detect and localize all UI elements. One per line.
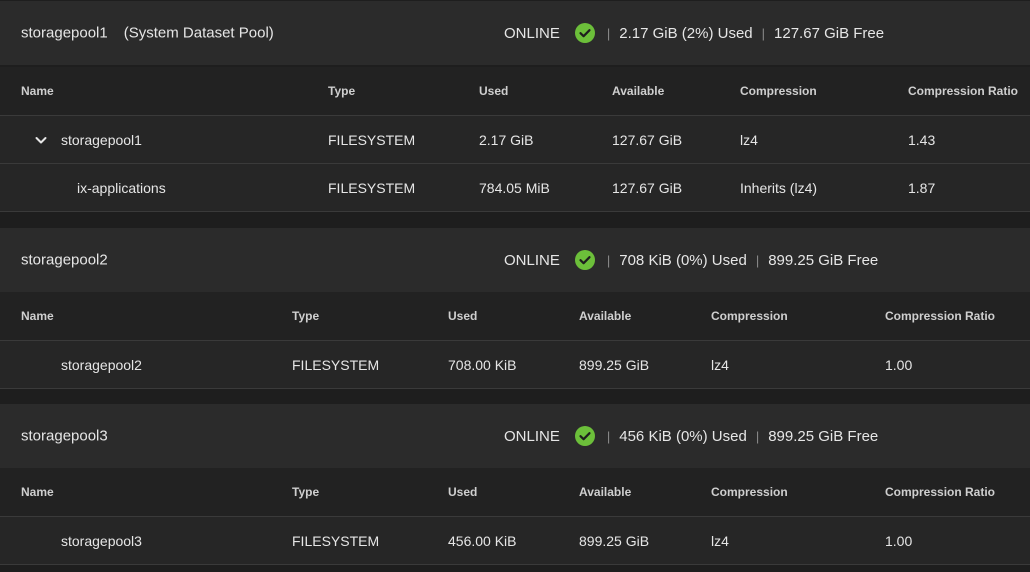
dataset-compression-ratio: 1.00 [885, 532, 913, 549]
dataset-table-storagepool3: Name Type Used Available Compression Com… [0, 468, 1030, 565]
pool-name: storagepool3 [21, 427, 108, 445]
separator: | [755, 252, 760, 268]
separator: | [606, 25, 611, 41]
dataset-used: 708.00 KiB [448, 356, 517, 373]
dataset-available: 127.67 GiB [612, 179, 683, 196]
dataset-available: 899.25 GiB [579, 532, 650, 549]
dataset-type: FILESYSTEM [328, 179, 416, 196]
system-dataset-tag: (System Dataset Pool) [123, 24, 274, 42]
dataset-used: 2.17 GiB [479, 131, 534, 148]
table-header: Name Type Used Available Compression Com… [0, 468, 1030, 517]
pool-status: ONLINE | 2.17 GiB (2%) Used | 127.67 GiB… [504, 23, 884, 43]
column-used[interactable]: Used [448, 485, 477, 499]
pool-title: storagepool3 [21, 428, 108, 445]
dataset-type: FILESYSTEM [292, 356, 380, 373]
pool-header-storagepool3[interactable]: storagepool3 ONLINE | 456 KiB (0%) Used … [0, 404, 1030, 468]
dataset-used: 784.05 MiB [479, 179, 550, 196]
dataset-name: ix-applications [77, 179, 166, 196]
dataset-compression: lz4 [711, 532, 729, 549]
column-compression[interactable]: Compression [740, 84, 817, 98]
pool-title: storagepool2 [21, 252, 108, 269]
storage-pools-view: storagepool1 (System Dataset Pool) ONLINE… [0, 0, 1030, 572]
column-name[interactable]: Name [21, 309, 54, 323]
column-available[interactable]: Available [579, 485, 631, 499]
column-available[interactable]: Available [612, 84, 664, 98]
pool-used: 708 KiB (0%) Used [619, 251, 747, 269]
pool-used: 2.17 GiB (2%) Used [619, 24, 753, 42]
dataset-compression: lz4 [711, 356, 729, 373]
pool-name: storagepool1 [21, 24, 108, 42]
column-compression[interactable]: Compression [711, 485, 788, 499]
pool-header-storagepool1[interactable]: storagepool1 (System Dataset Pool) ONLINE… [0, 1, 1030, 65]
check-circle-icon [574, 250, 595, 270]
table-row[interactable]: storagepool1 FILESYSTEM 2.17 GiB 127.67 … [0, 116, 1030, 164]
dataset-name: storagepool3 [61, 532, 142, 549]
dataset-compression: Inherits (lz4) [740, 179, 818, 196]
dataset-name: storagepool1 [61, 131, 142, 148]
column-used[interactable]: Used [479, 84, 508, 98]
column-compression-ratio[interactable]: Compression Ratio [908, 84, 1018, 98]
dataset-name: storagepool2 [61, 356, 142, 373]
column-name[interactable]: Name [21, 84, 54, 98]
separator: | [761, 25, 766, 41]
dataset-table-storagepool2: Name Type Used Available Compression Com… [0, 292, 1030, 389]
column-name[interactable]: Name [21, 485, 54, 499]
separator: | [606, 428, 611, 444]
separator: | [606, 252, 611, 268]
table-header: Name Type Used Available Compression Com… [0, 292, 1030, 341]
column-type[interactable]: Type [292, 309, 319, 323]
chevron-down-icon[interactable] [33, 132, 49, 148]
dataset-table-storagepool1: Name Type Used Available Compression Com… [0, 67, 1030, 212]
column-compression[interactable]: Compression [711, 309, 788, 323]
dataset-used: 456.00 KiB [448, 532, 517, 549]
dataset-available: 899.25 GiB [579, 356, 650, 373]
column-used[interactable]: Used [448, 309, 477, 323]
separator: | [755, 428, 760, 444]
dataset-available: 127.67 GiB [612, 131, 683, 148]
column-type[interactable]: Type [328, 84, 355, 98]
dataset-type: FILESYSTEM [328, 131, 416, 148]
pool-free: 899.25 GiB Free [768, 251, 879, 269]
pool-used: 456 KiB (0%) Used [619, 427, 747, 445]
pool-status: ONLINE | 708 KiB (0%) Used | 899.25 GiB … [504, 250, 878, 270]
dataset-compression-ratio: 1.00 [885, 356, 913, 373]
pool-status: ONLINE | 456 KiB (0%) Used | 899.25 GiB … [504, 426, 878, 446]
dataset-compression-ratio: 1.43 [908, 131, 936, 148]
pool-header-storagepool2[interactable]: storagepool2 ONLINE | 708 KiB (0%) Used … [0, 228, 1030, 292]
column-type[interactable]: Type [292, 485, 319, 499]
dataset-type: FILESYSTEM [292, 532, 380, 549]
table-header: Name Type Used Available Compression Com… [0, 67, 1030, 116]
table-row[interactable]: storagepool2 FILESYSTEM 708.00 KiB 899.2… [0, 341, 1030, 389]
status-text: ONLINE [504, 427, 560, 445]
column-compression-ratio[interactable]: Compression Ratio [885, 309, 995, 323]
check-circle-icon [574, 426, 595, 446]
pool-free: 899.25 GiB Free [768, 427, 879, 445]
column-compression-ratio[interactable]: Compression Ratio [885, 485, 995, 499]
status-text: ONLINE [504, 24, 560, 42]
table-row[interactable]: ix-applications FILESYSTEM 784.05 MiB 12… [0, 164, 1030, 212]
pool-free: 127.67 GiB Free [774, 24, 885, 42]
dataset-compression-ratio: 1.87 [908, 179, 936, 196]
table-row[interactable]: storagepool3 FILESYSTEM 456.00 KiB 899.2… [0, 517, 1030, 565]
status-text: ONLINE [504, 251, 560, 269]
dataset-compression: lz4 [740, 131, 758, 148]
pool-name: storagepool2 [21, 251, 108, 269]
column-available[interactable]: Available [579, 309, 631, 323]
check-circle-icon [574, 23, 595, 43]
pool-title: storagepool1 (System Dataset Pool) [21, 25, 274, 42]
